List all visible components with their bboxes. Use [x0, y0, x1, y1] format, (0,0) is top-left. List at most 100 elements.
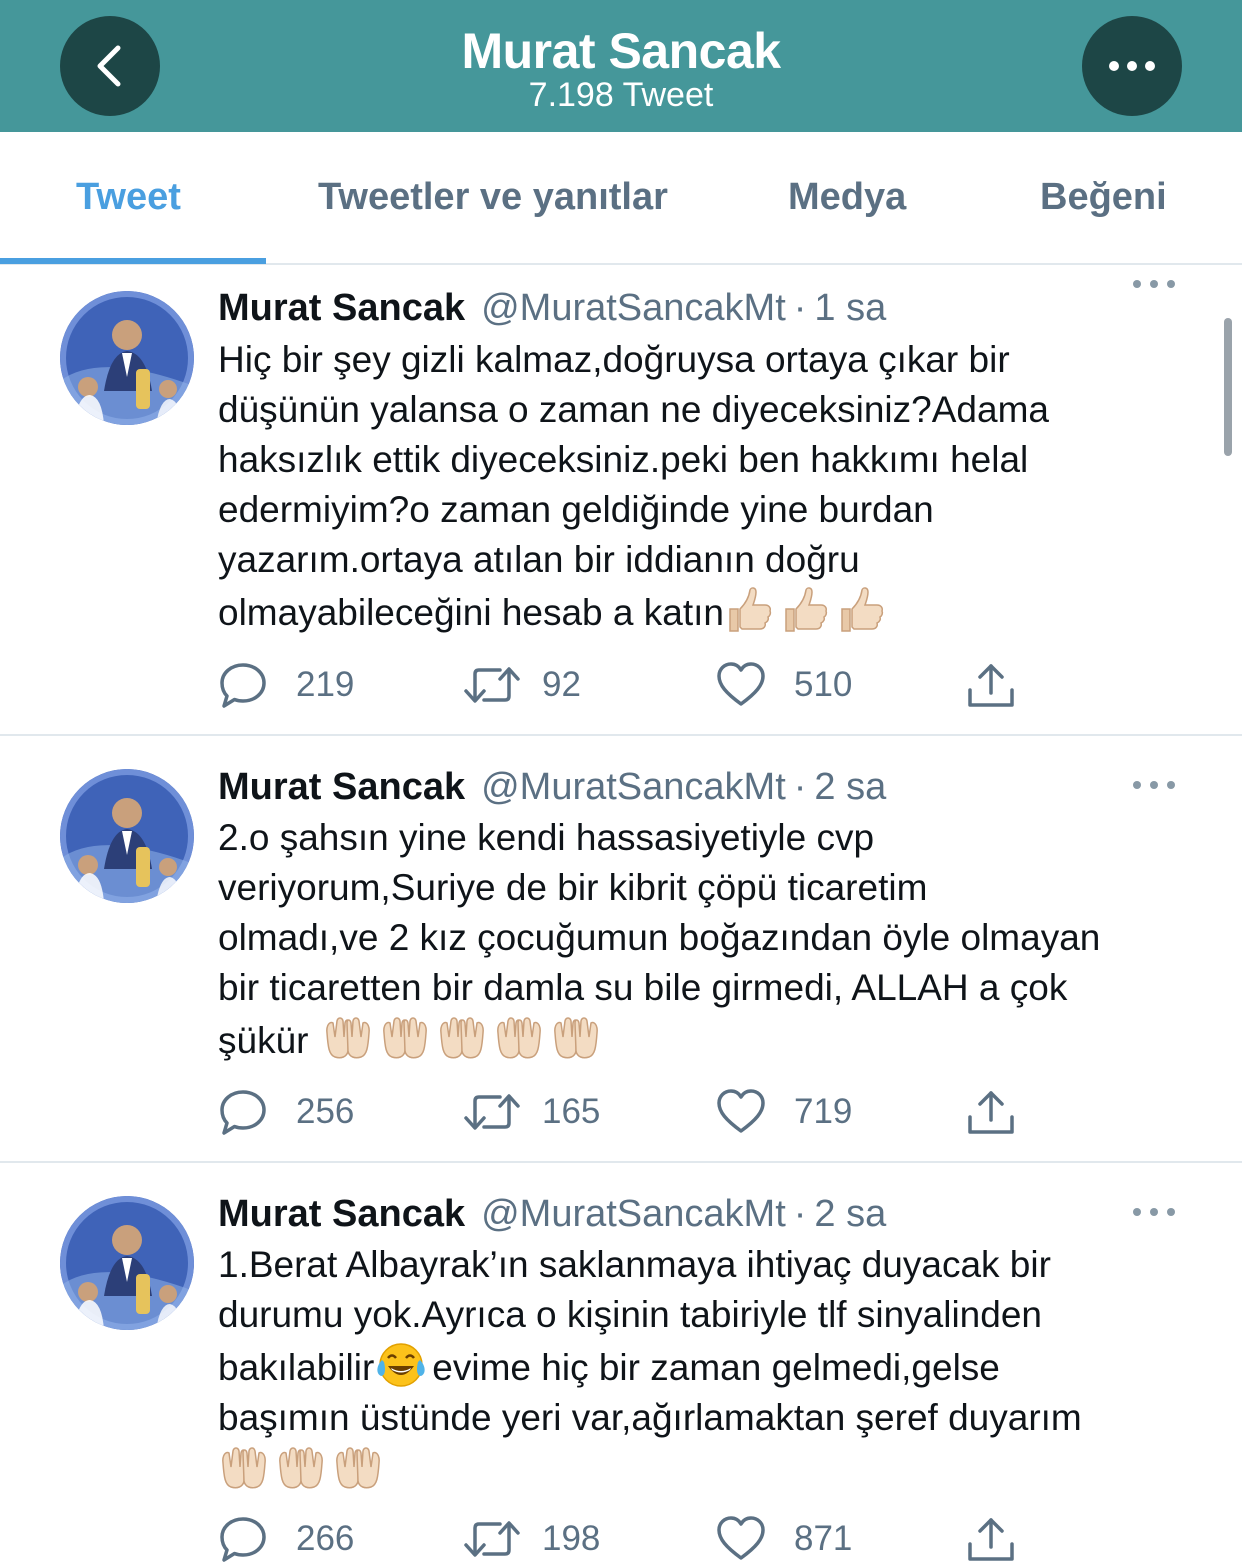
tab-tweets-and-replies[interactable]: Tweetler ve yanıtlar: [318, 176, 668, 219]
reply-icon: [218, 660, 268, 710]
palms-up-emoji-icon: [493, 1013, 545, 1063]
reply-button[interactable]: 266: [218, 1513, 354, 1565]
tweet-text-line: 2.o şahsın yine kendi hassasiyetiyle cvp: [218, 817, 875, 858]
tweet-text-line: yazarım.ortaya atılan bir iddianın doğru: [218, 539, 860, 580]
more-options-button[interactable]: [1082, 16, 1182, 116]
reply-button[interactable]: 256: [218, 1086, 354, 1138]
tweet-item[interactable]: Murat Sancak @MuratSancakMt · 1 sa Hiç b…: [0, 265, 1242, 736]
palms-up-emoji-icon: [332, 1443, 384, 1493]
profile-tabs: Tweet Tweetler ve yanıtlar Medya Beğeni: [0, 132, 1242, 265]
avatar[interactable]: [60, 291, 194, 425]
tweet-actions: 256 165 719: [218, 1086, 1038, 1138]
author-name[interactable]: Murat Sancak: [218, 287, 465, 330]
separator-dot: ·: [793, 1192, 807, 1235]
palms-up-emoji-icon: [550, 1013, 602, 1063]
palms-up-emoji-icon: [275, 1443, 327, 1493]
share-button[interactable]: [966, 1513, 1044, 1565]
tweet-text-line: şükür: [218, 1013, 1208, 1066]
tweet-time[interactable]: 2 sa: [814, 766, 886, 809]
author-handle[interactable]: @MuratSancakMt: [481, 287, 786, 330]
share-icon: [966, 1514, 1016, 1564]
heart-icon: [716, 1087, 766, 1137]
scrollbar[interactable]: [1224, 318, 1232, 456]
palms-up-emoji-icon: [379, 1013, 431, 1063]
tweet-text-segment: şükür: [218, 1020, 309, 1061]
retweet-button[interactable]: 165: [464, 1086, 600, 1138]
tweet-time[interactable]: 1 sa: [814, 287, 886, 330]
like-button[interactable]: 719: [716, 1086, 852, 1138]
tweet-text-line: [218, 1443, 1208, 1496]
retweet-icon: [464, 1087, 520, 1137]
like-button[interactable]: 871: [716, 1513, 852, 1565]
tweet-text-segment: olmayabileceğini hesab a katın: [218, 592, 724, 633]
tab-tweet[interactable]: Tweet: [76, 176, 181, 219]
profile-header: Murat Sancak 7.198 Tweet: [0, 0, 1242, 132]
retweet-count: 198: [542, 1519, 601, 1558]
tweet-text-line: olmadı,ve 2 kız çocuğumun boğazından öyl…: [218, 917, 1101, 958]
profile-name-title: Murat Sancak: [461, 23, 781, 79]
more-options-icon[interactable]: [1132, 780, 1176, 790]
tweet-text-line: Hiç bir şey gizli kalmaz,doğruysa ortaya…: [218, 339, 1010, 380]
share-icon: [966, 660, 1016, 710]
tweet-text: 2.o şahsın yine kendi hassasiyetiyle cvp…: [218, 813, 1208, 1066]
tweet-text-line: edermiyim?o zaman geldiğinde yine burdan: [218, 489, 934, 530]
retweet-button[interactable]: 92: [464, 659, 581, 711]
author-handle[interactable]: @MuratSancakMt: [481, 766, 786, 809]
tweet-header: Murat Sancak @MuratSancakMt · 2 sa: [218, 1191, 886, 1237]
like-count: 871: [794, 1519, 853, 1558]
palms-up-emoji-icon: [218, 1443, 270, 1493]
tweet-text-line: haksızlık ettik diyeceksiniz.peki ben ha…: [218, 439, 1029, 480]
separator-dot: ·: [793, 286, 807, 329]
tweet-text: 1.Berat Albayrak’ın saklanmaya ihtiyaç d…: [218, 1240, 1208, 1496]
separator-dot: ·: [793, 765, 807, 808]
tears-of-joy-emoji-icon: [376, 1340, 426, 1390]
thumbs-up-emoji-icon: [724, 585, 774, 635]
heart-icon: [716, 1514, 766, 1564]
tweet-text-segment: bakılabilir: [218, 1347, 375, 1388]
tweet-text-line: veriyorum,Suriye de bir kibrit çöpü tica…: [218, 867, 928, 908]
share-button[interactable]: [966, 659, 1044, 711]
tweet-item[interactable]: Murat Sancak @MuratSancakMt · 2 sa 1.Ber…: [0, 1163, 1242, 1568]
tweet-text-line: durumu yok.Ayrıca o kişinin tabiriyle tl…: [218, 1294, 1042, 1335]
tweet-text-line: düşünün yalansa o zaman ne diyeceksiniz?…: [218, 389, 1049, 430]
tweet-text-line: başımın üstünde yeri var,ağırlamaktan şe…: [218, 1397, 1082, 1438]
author-name[interactable]: Murat Sancak: [218, 766, 465, 809]
share-button[interactable]: [966, 1086, 1044, 1138]
avatar[interactable]: [60, 1196, 194, 1330]
retweet-count: 92: [542, 665, 581, 704]
thumbs-up-emoji-icon: [836, 585, 886, 635]
heart-icon: [716, 660, 766, 710]
retweet-button[interactable]: 198: [464, 1513, 600, 1565]
author-handle[interactable]: @MuratSancakMt: [481, 1193, 786, 1236]
tweet-actions: 266 198 871: [218, 1513, 1038, 1565]
tweet-text-line: 1.Berat Albayrak’ın saklanmaya ihtiyaç d…: [218, 1244, 1051, 1285]
reply-count: 219: [296, 665, 355, 704]
author-name[interactable]: Murat Sancak: [218, 1193, 465, 1236]
palms-up-emoji-icon: [322, 1013, 374, 1063]
like-count: 510: [794, 665, 853, 704]
more-options-icon[interactable]: [1132, 279, 1176, 289]
tweet-header: Murat Sancak @MuratSancakMt · 2 sa: [218, 764, 886, 810]
tweet-count: 7.198 Tweet: [528, 76, 714, 114]
retweet-count: 165: [542, 1092, 601, 1131]
reply-button[interactable]: 219: [218, 659, 354, 711]
retweet-icon: [464, 660, 520, 710]
reply-icon: [218, 1087, 268, 1137]
tweet-text: Hiç bir şey gizli kalmaz,doğruysa ortaya…: [218, 335, 1208, 638]
more-options-icon[interactable]: [1132, 1207, 1176, 1217]
more-horizontal-icon: [1109, 61, 1155, 71]
tweet-text-line: bakılabilir evime hiç bir zaman gelmedi,g…: [218, 1340, 1208, 1393]
like-button[interactable]: 510: [716, 659, 852, 711]
tweet-time[interactable]: 2 sa: [814, 1193, 886, 1236]
reply-count: 256: [296, 1092, 355, 1131]
tweet-text-line: bir ticaretten bir damla su bile girmedi…: [218, 967, 1068, 1008]
tweet-item[interactable]: Murat Sancak @MuratSancakMt · 2 sa 2.o ş…: [0, 736, 1242, 1163]
tab-likes[interactable]: Beğeni: [1040, 176, 1167, 219]
tweet-text-line: olmayabileceğini hesab a katın: [218, 585, 1208, 638]
tab-media[interactable]: Medya: [788, 176, 906, 219]
thumbs-up-emoji-icon: [780, 585, 830, 635]
tweet-actions: 219 92 510: [218, 659, 1038, 711]
retweet-icon: [464, 1514, 520, 1564]
share-icon: [966, 1087, 1016, 1137]
avatar[interactable]: [60, 769, 194, 903]
